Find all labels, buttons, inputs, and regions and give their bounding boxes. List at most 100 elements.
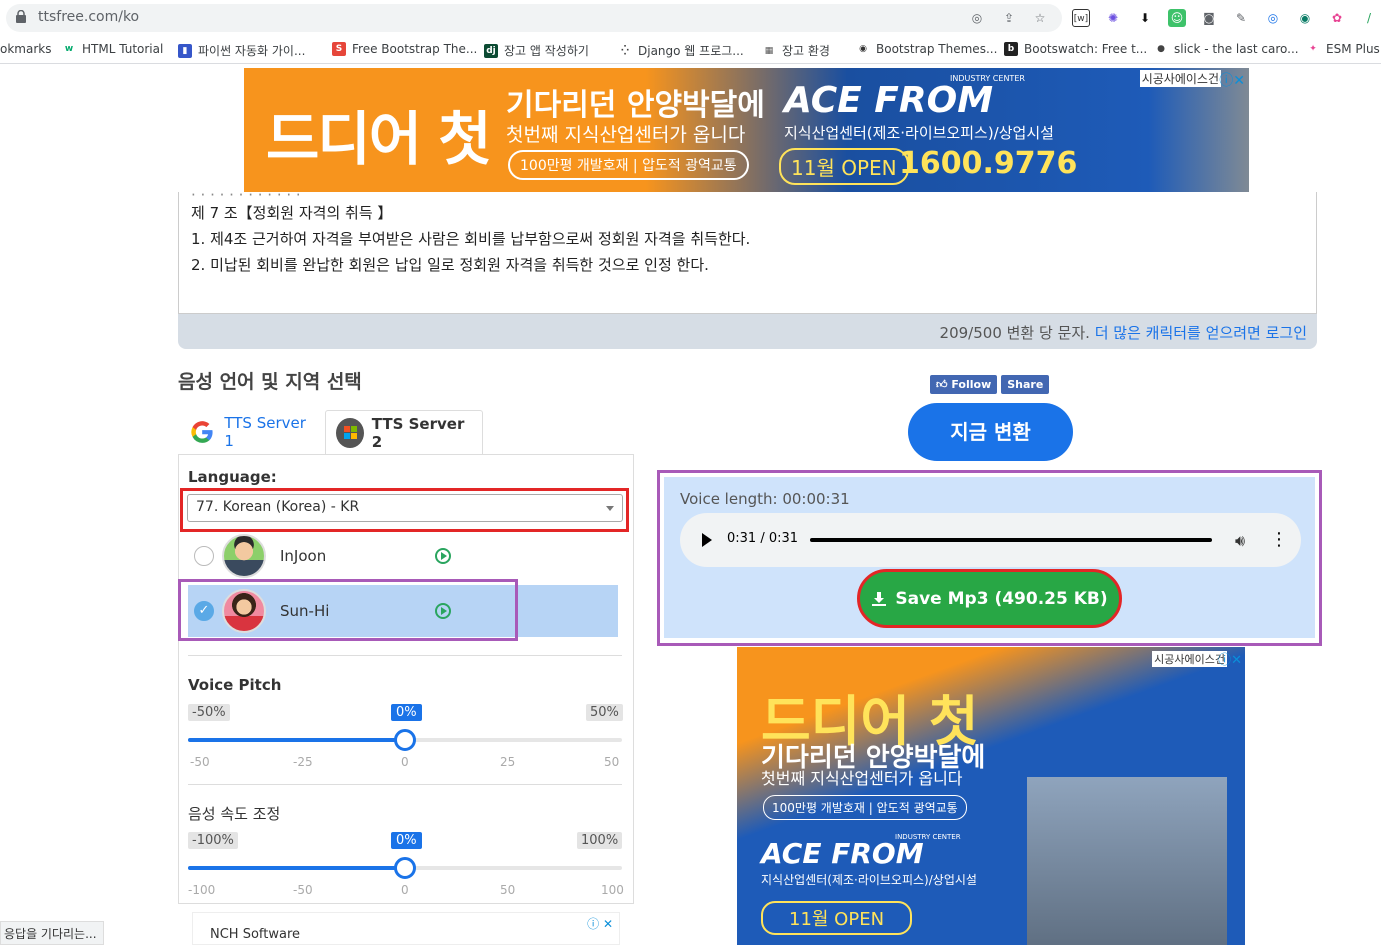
voice-radio[interactable]	[194, 546, 214, 566]
eyedropper-icon[interactable]: ✎	[1232, 9, 1250, 27]
target-icon: ◉	[856, 42, 870, 56]
django-icon: dj	[484, 43, 498, 58]
eye-off-icon[interactable]: ◎	[968, 9, 986, 27]
more-options-icon[interactable]: ⋮	[1270, 529, 1288, 550]
bookmark-item[interactable]: dj 장고 앱 작성하기	[484, 42, 589, 59]
pitch-slider-fill	[188, 738, 405, 742]
bookmark-label: okmarks	[0, 42, 52, 56]
bookmark-label: Free Bootstrap The...	[352, 42, 478, 56]
bookmark-label: 장고 환경	[782, 44, 830, 58]
extension-icon-green[interactable]: ☺	[1168, 9, 1186, 27]
bookmark-item[interactable]: w HTML Tutorial	[62, 42, 163, 56]
status-bar: 응답을 기다리는...	[0, 921, 104, 945]
male-avatar-icon	[222, 534, 266, 578]
bootswatch-icon: b	[1004, 42, 1018, 56]
url-text[interactable]: ttsfree.com/ko	[38, 9, 139, 25]
side-banner-ad[interactable]: 드디어 첫 기다리던 안양박달에 첫번째 지식산업센터가 옵니다 100만평 개…	[737, 647, 1245, 945]
thumbs-up-icon: 👍︎	[936, 378, 948, 391]
convert-button[interactable]: 지금 변환	[908, 403, 1073, 461]
pitch-tick-label: 25	[500, 755, 516, 769]
bookmark-item[interactable]: ● slick - the last caro...	[1154, 42, 1299, 56]
extension-icon-multi[interactable]: ✿	[1328, 9, 1346, 27]
bookmark-item[interactable]: ▦ 장고 환경	[762, 42, 830, 59]
bookmark-item[interactable]: S Free Bootstrap The...	[332, 42, 477, 56]
speed-value-tag: 0%	[391, 832, 422, 849]
share-button[interactable]: Share	[1001, 375, 1050, 394]
ad-close-icon[interactable]: ⓘ✕	[1218, 649, 1242, 668]
top-banner-ad[interactable]: 드디어 첫 기다리던 안양박달에 첫번째 지식산업센터가 옵니다 100만평 개…	[244, 68, 1249, 192]
bookmark-item[interactable]: ◉ Bootstrap Themes...	[856, 42, 997, 56]
microsoft-icon	[336, 417, 364, 448]
pitch-ticks	[188, 746, 622, 754]
address-bar[interactable]	[6, 4, 1062, 32]
bookmark-item[interactable]: ⁛ Django 웹 프로그...	[618, 42, 744, 59]
bookmark-label: Bootstrap Themes...	[876, 42, 998, 56]
bookmark-label: ESM Plus	[1326, 42, 1380, 56]
bookmark-item[interactable]: b Bootswatch: Free t...	[1004, 42, 1147, 56]
extension-icon-w[interactable]: [w]	[1072, 9, 1090, 27]
bookmark-item[interactable]: ✦ ESM Plus	[1306, 42, 1380, 56]
speed-label: 음성 속도 조정	[188, 805, 281, 823]
camera-icon[interactable]: ◙	[1200, 9, 1218, 27]
text-line: 1. 제4조 근거하여 자격을 부여받은 사람은 회비를 납부함으로써 정회원 …	[191, 230, 751, 248]
pitch-value-tag: 0%	[391, 704, 422, 721]
text-input-area[interactable]: · · · · · · · · · · · · 제 7 조【정회원 자격의 취득…	[178, 186, 1317, 314]
extension-icon-chat[interactable]: ◉	[1296, 9, 1314, 27]
download-icon	[872, 591, 887, 606]
ad-line1: 기다리던 안양박달에	[506, 88, 765, 123]
audio-seek-bar[interactable]	[810, 538, 1212, 542]
follow-label: Follow	[951, 378, 992, 391]
audio-player[interactable]: 0:31 / 0:31 🔊︎ ⋮	[680, 513, 1301, 567]
login-link[interactable]: 더 많은 캐릭터를 얻으려면 로그인	[1095, 324, 1307, 342]
bookmark-label: slick - the last caro...	[1174, 42, 1299, 56]
extension-icon-download[interactable]: ⬇	[1136, 9, 1154, 27]
ad-close-icon[interactable]: ⓘ✕	[1219, 70, 1245, 90]
book-icon: ▮	[178, 43, 192, 58]
highlight-box-purple	[178, 579, 518, 641]
share-icon[interactable]: ⇪	[1000, 9, 1018, 27]
voice-name: InJoon	[280, 547, 327, 565]
voice-item-injoon[interactable]: InJoon	[188, 530, 618, 582]
language-label: Language:	[188, 468, 277, 486]
speed-tick-label: -100	[188, 883, 216, 897]
ad-brand: ACE FROM	[761, 837, 924, 870]
ad-brand: ACE FROM	[784, 80, 994, 121]
ad-line2: 첫번째 지식산업센터가 옵니다	[506, 124, 746, 146]
save-label: Save Mp3 (490.25 KB)	[895, 588, 1108, 609]
w3schools-icon: w	[62, 42, 76, 56]
bookmark-item[interactable]: okmarks	[0, 42, 51, 56]
tab-tts-server-1[interactable]: TTS Server 1	[178, 410, 325, 454]
bottom-ad[interactable]: NCH Software ⓘ ✕	[192, 912, 620, 945]
pitch-min-tag: -50%	[188, 704, 230, 721]
ad-sub: 지식산업센터(제조·라이브오피스)/상업시설	[761, 873, 977, 887]
audio-time: 0:31 / 0:31	[727, 531, 799, 546]
dots-icon: ⁛	[618, 43, 632, 58]
tab-tts-server-2[interactable]: TTS Server 2	[325, 410, 483, 454]
play-icon[interactable]	[435, 548, 451, 564]
ad-open: 11월 OPEN	[779, 148, 909, 185]
speed-min-tag: -100%	[188, 832, 238, 849]
extension-icon-circle[interactable]: ◎	[1264, 9, 1282, 27]
divider	[188, 784, 622, 785]
save-mp3-button[interactable]: Save Mp3 (490.25 KB)	[857, 569, 1122, 628]
bookmark-label: 장고 앱 작성하기	[504, 44, 589, 58]
bookmark-item[interactable]: ▮ 파이썬 자동화 가이...	[178, 42, 305, 59]
pitch-label: Voice Pitch	[188, 676, 282, 694]
extension-icon-spark[interactable]: ✺	[1104, 9, 1122, 27]
volume-icon[interactable]: 🔊︎	[1235, 531, 1245, 551]
pitch-tick-label: -25	[293, 755, 313, 769]
speed-slider-handle[interactable]	[394, 857, 416, 879]
startbootstrap-icon: S	[332, 42, 346, 56]
char-counter-bar: 209/500 변환 당 문자. 더 많은 캐릭터를 얻으려면 로그인	[178, 314, 1317, 349]
follow-button[interactable]: 👍︎ Follow	[930, 375, 998, 394]
ad-close-icon[interactable]: ⓘ ✕	[587, 915, 613, 932]
ad-badge: 100만평 개발호재 | 압도적 광역교통	[508, 150, 749, 180]
speed-tick-label: 100	[601, 883, 624, 897]
play-icon[interactable]	[702, 533, 712, 547]
section-title: 음성 언어 및 지역 선택	[178, 371, 362, 393]
star-icon[interactable]: ☆	[1031, 9, 1049, 27]
extension-icon-pen[interactable]: /	[1360, 9, 1378, 27]
browser-toolbar: ttsfree.com/ko ◎ ⇪ ☆ [w] ✺ ⬇ ☺ ◙ ✎ ◎ ◉ ✿…	[0, 0, 1381, 36]
ad-line2: 첫번째 지식산업센터가 옵니다	[761, 769, 963, 788]
grid-icon: ▦	[762, 43, 776, 58]
